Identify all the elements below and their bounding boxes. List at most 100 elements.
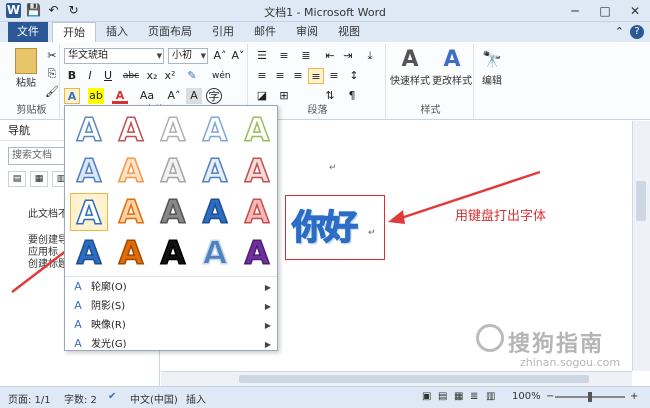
increase-indent-icon[interactable]: ⇥ xyxy=(340,48,356,64)
bold-button[interactable]: B xyxy=(64,68,80,84)
text-effect-style-10[interactable]: A xyxy=(238,151,276,191)
italic-button[interactable]: I xyxy=(82,68,98,84)
nav-pages-tab[interactable]: ▦ xyxy=(30,171,48,187)
font-name-value: 华文琥珀 xyxy=(68,50,108,61)
text-effect-style-15[interactable]: A xyxy=(238,192,276,232)
maximize-button[interactable]: □ xyxy=(590,0,620,22)
effects-menu-label: 发光(G) xyxy=(91,339,127,350)
font-name-select[interactable]: 华文琥珀 ▼ xyxy=(64,48,164,64)
distributed-icon[interactable]: ≡ xyxy=(326,68,342,84)
minimize-ribbon-icon[interactable]: ⌃ xyxy=(615,25,624,39)
text-effect-style-13[interactable]: A xyxy=(154,192,192,232)
tab-3[interactable]: 引用 xyxy=(202,22,244,42)
copy-icon[interactable]: ⎘ xyxy=(44,66,60,82)
minimize-button[interactable]: ─ xyxy=(560,0,590,22)
chinese-layout-icon[interactable]: ⤓ xyxy=(362,48,378,64)
tab-4[interactable]: 邮件 xyxy=(244,22,286,42)
align-left-icon[interactable]: ≡ xyxy=(254,68,270,84)
bullets-icon[interactable]: ☰ xyxy=(254,48,270,64)
horizontal-scrollbar[interactable] xyxy=(161,371,632,386)
underline-button[interactable]: U xyxy=(100,68,116,84)
window-controls: ─ □ ✕ xyxy=(560,0,650,22)
help-icon[interactable]: ? xyxy=(630,25,644,39)
language-indicator[interactable]: 中文(中国) xyxy=(130,391,178,406)
text-effect-style-16[interactable]: A xyxy=(70,233,108,273)
font-size-select[interactable]: 小初 ▼ xyxy=(168,48,208,64)
tab-6[interactable]: 视图 xyxy=(328,22,370,42)
close-button[interactable]: ✕ xyxy=(620,0,650,22)
phonetic-guide-icon[interactable]: wén xyxy=(212,68,231,84)
zoom-in-button[interactable]: + xyxy=(630,391,638,402)
numbering-icon[interactable]: ≡ xyxy=(276,48,292,64)
proofing-icon[interactable]: ✔ xyxy=(108,391,116,402)
editing-button[interactable]: 🔭 编辑 xyxy=(478,48,506,87)
effects-menu-item-0[interactable]: A 轮廓(O) ▶ xyxy=(65,278,277,297)
text-effect-style-11[interactable]: A xyxy=(70,193,108,233)
change-styles-button[interactable]: A 更改样式 xyxy=(432,48,472,88)
quick-styles-button[interactable]: A 快速样式 xyxy=(390,48,430,88)
text-effect-style-7[interactable]: A xyxy=(112,151,150,191)
effects-menu-label: 轮廓(O) xyxy=(91,282,127,293)
group-styles: A 快速样式 A 更改样式 样式 xyxy=(388,44,474,118)
tab-0[interactable]: 开始 xyxy=(52,22,96,42)
text-effect-style-20[interactable]: A xyxy=(238,233,276,273)
effects-menu-item-2[interactable]: A 映像(R) ▶ xyxy=(65,316,277,335)
text-effect-style-6[interactable]: A xyxy=(70,151,108,191)
zoom-out-button[interactable]: − xyxy=(546,391,554,402)
text-effect-style-8[interactable]: A xyxy=(154,151,192,191)
format-painter-icon[interactable]: 🖌 xyxy=(44,84,60,100)
page-count[interactable]: 页面: 1/1 xyxy=(8,391,51,406)
superscript-button[interactable]: x² xyxy=(162,68,178,84)
text-effect-style-12[interactable]: A xyxy=(112,192,150,232)
vertical-scrollbar[interactable] xyxy=(632,121,650,371)
nav-text-line1: 此文档不 xyxy=(28,209,68,220)
align-right-icon[interactable]: ≡ xyxy=(290,68,306,84)
insert-mode[interactable]: 插入 xyxy=(186,391,206,406)
nav-headings-tab[interactable]: ▤ xyxy=(8,171,26,187)
text-effect-style-19[interactable]: A xyxy=(196,233,234,273)
view-draft-icon[interactable]: ▥ xyxy=(486,391,495,402)
view-print-layout-icon[interactable]: ▣ xyxy=(422,391,431,402)
line-spacing-icon[interactable]: ↕ xyxy=(346,68,362,84)
text-effect-style-3[interactable]: A xyxy=(154,110,192,150)
styled-text: 你好 xyxy=(291,207,359,249)
cut-icon[interactable]: ✂ xyxy=(44,48,60,64)
clear-format-icon[interactable]: ✎ xyxy=(184,68,200,84)
effects-menu-item-1[interactable]: A 阴影(S) ▶ xyxy=(65,297,277,316)
tab-1[interactable]: 插入 xyxy=(96,22,138,42)
shadow-icon: A xyxy=(74,299,82,312)
shrink-font-icon[interactable]: A˅ xyxy=(230,48,246,64)
text-effect-style-1[interactable]: A xyxy=(70,110,108,150)
chevron-right-icon: ▶ xyxy=(264,302,271,311)
view-outline-icon[interactable]: ≣ xyxy=(470,391,478,402)
vertical-scroll-thumb[interactable] xyxy=(636,181,646,221)
view-web-icon[interactable]: ▦ xyxy=(454,391,463,402)
paste-button[interactable]: 粘贴 xyxy=(12,48,40,89)
horizontal-scroll-thumb[interactable] xyxy=(239,375,589,383)
zoom-slider-thumb[interactable] xyxy=(588,392,592,402)
decrease-indent-icon[interactable]: ⇤ xyxy=(322,48,338,64)
tab-2[interactable]: 页面布局 xyxy=(138,22,202,42)
text-effect-style-14[interactable]: A xyxy=(196,192,234,232)
tab-file[interactable]: 文件 xyxy=(8,22,48,42)
subscript-button[interactable]: x₂ xyxy=(144,68,160,84)
justify-icon[interactable]: ≡ xyxy=(308,68,324,84)
zoom-level[interactable]: 100% xyxy=(512,391,541,402)
text-effect-style-2[interactable]: A xyxy=(112,110,150,150)
grow-font-icon[interactable]: A˄ xyxy=(212,48,228,64)
text-effect-style-4[interactable]: A xyxy=(196,110,234,150)
tab-5[interactable]: 审阅 xyxy=(286,22,328,42)
text-effect-style-9[interactable]: A xyxy=(196,151,234,191)
multilevel-list-icon[interactable]: ≣ xyxy=(298,48,314,64)
strikethrough-button[interactable]: abc xyxy=(120,68,142,84)
glow-icon: A xyxy=(74,337,82,350)
styles-group-label: 样式 xyxy=(420,105,441,116)
effects-menu-item-3[interactable]: A 发光(G) ▶ xyxy=(65,335,277,354)
align-center-icon[interactable]: ≡ xyxy=(272,68,288,84)
text-effect-style-18[interactable]: A xyxy=(154,233,192,273)
word-count[interactable]: 字数: 2 xyxy=(64,391,97,406)
view-reading-icon[interactable]: ▤ xyxy=(438,391,447,402)
text-effect-style-17[interactable]: A xyxy=(112,233,150,273)
text-effect-style-5[interactable]: A xyxy=(238,110,276,150)
text-box[interactable]: 你好 ↵ xyxy=(285,195,385,260)
